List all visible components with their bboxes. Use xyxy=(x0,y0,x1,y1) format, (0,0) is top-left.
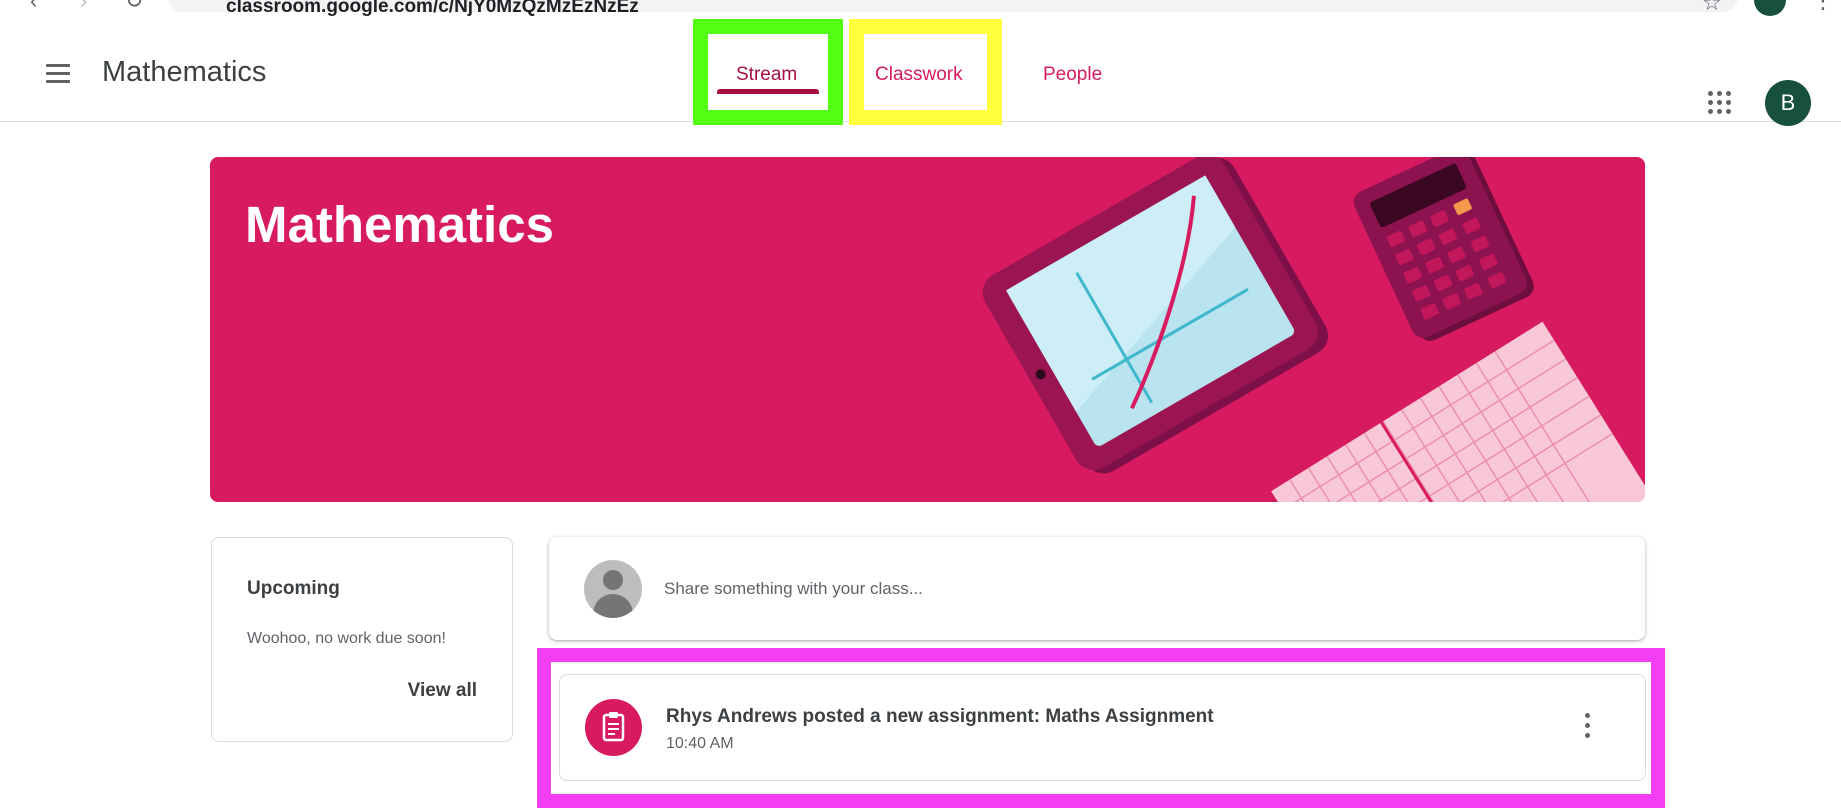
share-placeholder: Share something with your class... xyxy=(664,579,923,598)
banner-title: Mathematics xyxy=(245,196,554,253)
tab-people[interactable]: People xyxy=(1043,64,1102,86)
upcoming-message: Woohoo, no work due soon! xyxy=(247,630,446,647)
calculator-image xyxy=(1353,157,1534,341)
more-vert-icon[interactable] xyxy=(1580,711,1596,741)
stream-item-assignment[interactable]: Rhys Andrews posted a new assignment: Ma… xyxy=(559,674,1646,781)
forward-icon[interactable]: › xyxy=(80,0,87,14)
view-all-link[interactable]: View all xyxy=(408,680,477,702)
address-bar-url: classroom.google.com/c/NjY0MzQzMzEzNzEz xyxy=(226,0,639,17)
browser-menu-icon[interactable]: ⋮ xyxy=(1812,0,1834,14)
stream-item-time: 10:40 AM xyxy=(666,735,734,752)
google-apps-icon[interactable] xyxy=(1707,90,1733,116)
tablet-image xyxy=(982,157,1329,474)
classwork-tab-highlight xyxy=(849,19,1002,125)
upcoming-card: Upcoming Woohoo, no work due soon! View … xyxy=(211,537,513,742)
assignment-icon xyxy=(585,699,642,756)
class-title: Mathematics xyxy=(102,56,267,88)
class-banner: Mathematics xyxy=(210,157,1645,502)
share-announcement-box[interactable]: Share something with your class... xyxy=(549,537,1645,640)
profile-avatar[interactable] xyxy=(1754,0,1786,16)
bookmark-star-icon[interactable]: ☆ xyxy=(1702,0,1722,16)
hamburger-menu-icon[interactable] xyxy=(44,62,72,84)
account-avatar[interactable]: B xyxy=(1765,80,1811,126)
reload-icon[interactable]: ↻ xyxy=(125,0,143,14)
user-avatar-icon xyxy=(584,560,642,618)
stream-tab-highlight xyxy=(693,19,843,125)
graph-paper-image xyxy=(1271,321,1645,502)
stream-item-title: Rhys Andrews posted a new assignment: Ma… xyxy=(666,706,1214,727)
upcoming-title: Upcoming xyxy=(247,578,340,599)
back-icon[interactable]: ‹ xyxy=(30,0,37,14)
address-bar[interactable]: classroom.google.com/c/NjY0MzQzMzEzNzEz xyxy=(168,0,1738,17)
